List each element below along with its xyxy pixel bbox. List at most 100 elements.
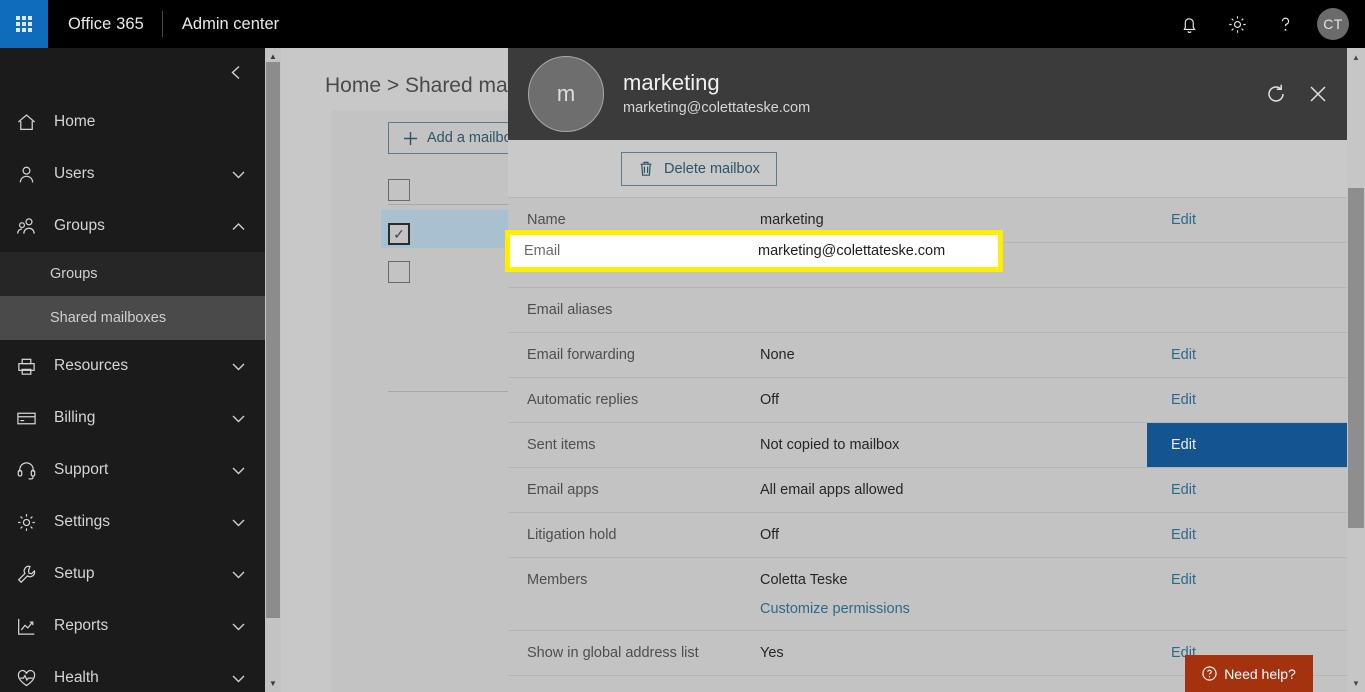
row-label-email-forwarding: Email forwarding xyxy=(527,347,635,363)
scroll-down-arrow-icon[interactable]: ▼ xyxy=(265,675,281,692)
sidebar-item-resources[interactable]: Resources xyxy=(0,340,265,392)
edit-link-name[interactable]: Edit xyxy=(1147,198,1347,242)
sidebar-item-label-resources: Resources xyxy=(54,357,129,374)
sidebar-item-home[interactable]: Home xyxy=(0,96,265,148)
need-help-button[interactable]: Need help? xyxy=(1185,655,1313,692)
heart-pulse-icon xyxy=(16,668,54,689)
select-all-checkbox-row[interactable] xyxy=(388,168,410,212)
delete-mailbox-button[interactable]: Delete mailbox xyxy=(621,151,777,186)
customize-permissions-link[interactable]: Customize permissions xyxy=(760,601,1147,617)
chevron-down-icon-setup[interactable] xyxy=(230,566,247,583)
chevron-up-icon-groups[interactable] xyxy=(230,218,247,235)
table-row-members: Members Coletta Teske Customize permissi… xyxy=(508,558,1347,631)
suite-section-title[interactable]: Admin center xyxy=(163,15,279,34)
edit-link-sent-items[interactable]: Edit xyxy=(1147,423,1347,467)
credit-card-icon xyxy=(16,408,54,429)
gear-icon xyxy=(16,512,54,533)
left-nav-scrollbar[interactable]: ▲ ▼ xyxy=(265,48,281,692)
chevron-down-icon-users[interactable] xyxy=(230,166,247,183)
edit-link-automatic-replies[interactable]: Edit xyxy=(1147,378,1347,422)
edit-link-email-forwarding[interactable]: Edit xyxy=(1147,333,1347,377)
breadcrumb[interactable]: Home > Shared mai xyxy=(325,74,512,98)
sidebar-item-label-billing: Billing xyxy=(54,409,96,426)
chevron-down-icon-resources[interactable] xyxy=(230,358,247,375)
row-value-email-apps: All email apps allowed xyxy=(760,482,904,498)
row-label-email-aliases: Email aliases xyxy=(527,302,613,318)
highlight-label: Email xyxy=(524,243,561,259)
sidebar-item-label-home: Home xyxy=(54,113,96,130)
row-label-email-apps: Email apps xyxy=(527,482,599,498)
select-all-checkbox[interactable] xyxy=(388,179,410,201)
group-icon xyxy=(16,216,54,237)
chart-up-icon xyxy=(16,616,54,637)
chevron-down-icon-billing[interactable] xyxy=(230,410,247,427)
mailbox-detail-panel: m marketing marketing@colettateske.com D… xyxy=(508,48,1347,692)
user-icon xyxy=(16,164,54,185)
sidebar-subitem-shared-mailboxes[interactable]: Shared mailboxes xyxy=(0,296,265,340)
sidebar-item-label-users: Users xyxy=(54,165,95,182)
detail-panel-scrollbar-thumb[interactable] xyxy=(1348,188,1364,528)
row-value-automatic-replies: Off xyxy=(760,392,780,408)
page-title: marketing xyxy=(623,70,720,95)
edit-link-members[interactable]: Edit xyxy=(1147,558,1347,630)
edit-link-litigation-hold[interactable]: Edit xyxy=(1147,513,1347,557)
table-row-litigation-hold: Litigation hold Off Edit xyxy=(508,513,1347,558)
sidebar-item-setup[interactable]: Setup xyxy=(0,548,265,600)
detail-panel-scrollbar[interactable]: ▲ ▼ xyxy=(1347,48,1365,692)
detail-panel-toolbar: Delete mailbox xyxy=(508,140,1347,198)
sidebar-subitem-groups[interactable]: Groups xyxy=(0,252,265,296)
plus-icon xyxy=(403,131,418,146)
scroll-down-arrow-icon-right[interactable]: ▼ xyxy=(1347,674,1365,692)
sidebar-item-label-settings: Settings xyxy=(54,513,111,530)
chevron-down-icon-settings[interactable] xyxy=(230,514,247,531)
sidebar-item-billing[interactable]: Billing xyxy=(0,392,265,444)
detail-panel-titles: marketing marketing@colettateske.com xyxy=(623,69,810,119)
row-label-name: Name xyxy=(527,212,566,228)
suite-brand[interactable]: Office 365 xyxy=(48,15,162,34)
row-value-sent-items: Not copied to mailbox xyxy=(760,437,900,453)
mailbox-row-1-checkbox[interactable]: ✓ xyxy=(388,223,410,245)
close-icon[interactable] xyxy=(1297,73,1339,115)
sidebar-item-users[interactable]: Users xyxy=(0,148,265,200)
sidebar-item-label-groups: Groups xyxy=(54,217,105,234)
delete-mailbox-label: Delete mailbox xyxy=(664,160,760,177)
sidebar-item-support[interactable]: Support xyxy=(0,444,265,496)
sidebar-item-settings[interactable]: Settings xyxy=(0,496,265,548)
app-launcher-button[interactable] xyxy=(0,0,48,48)
sidebar-item-reports[interactable]: Reports xyxy=(0,600,265,652)
row-value-show-in-gal: Yes xyxy=(760,645,784,661)
sidebar-item-health[interactable]: Health xyxy=(0,652,265,692)
row-label-show-in-gal: Show in global address list xyxy=(527,645,699,661)
sidebar-subitem-label-shared-mailboxes: Shared mailboxes xyxy=(50,310,167,326)
table-row-email-aliases: Email aliases xyxy=(508,288,1347,333)
chevron-left-icon xyxy=(231,65,240,79)
refresh-icon[interactable] xyxy=(1255,73,1297,115)
row-label-litigation-hold: Litigation hold xyxy=(527,527,617,543)
row-label-sent-items: Sent items xyxy=(527,437,596,453)
members-value-text: Coletta Teske xyxy=(760,572,848,588)
row-value-name: marketing xyxy=(760,212,824,228)
home-icon xyxy=(16,112,54,133)
mailbox-row-2-checkbox-wrap[interactable] xyxy=(388,250,410,294)
collapse-nav-button[interactable] xyxy=(0,48,265,96)
chevron-down-icon-support[interactable] xyxy=(230,462,247,479)
edit-link-email-apps[interactable]: Edit xyxy=(1147,468,1347,512)
chevron-down-icon-health[interactable] xyxy=(230,670,247,687)
gear-icon-suite[interactable] xyxy=(1213,0,1261,48)
row-value-members: Coletta Teske Customize permissions xyxy=(760,558,1147,617)
scroll-up-arrow-icon-right[interactable]: ▲ xyxy=(1347,48,1365,66)
table-row-email-forwarding: Email forwarding None Edit xyxy=(508,333,1347,378)
suite-bar-actions: CT xyxy=(1165,0,1365,48)
bell-icon[interactable] xyxy=(1165,0,1213,48)
question-mark-icon[interactable] xyxy=(1261,0,1309,48)
left-nav-scrollbar-thumb[interactable] xyxy=(266,62,280,618)
sidebar-item-groups[interactable]: Groups xyxy=(0,200,265,252)
row-value-litigation-hold: Off xyxy=(760,527,780,543)
account-avatar[interactable]: CT xyxy=(1317,8,1349,40)
page-subtitle: marketing@colettateske.com xyxy=(623,100,811,116)
mailbox-row-2-checkbox[interactable] xyxy=(388,261,410,283)
table-row-sent-items: Sent items Not copied to mailbox Edit xyxy=(508,423,1347,468)
chevron-down-icon-reports[interactable] xyxy=(230,618,247,635)
left-navigation: Home Users Groups Groups Shared mailboxe… xyxy=(0,48,265,692)
trash-icon xyxy=(638,160,654,177)
